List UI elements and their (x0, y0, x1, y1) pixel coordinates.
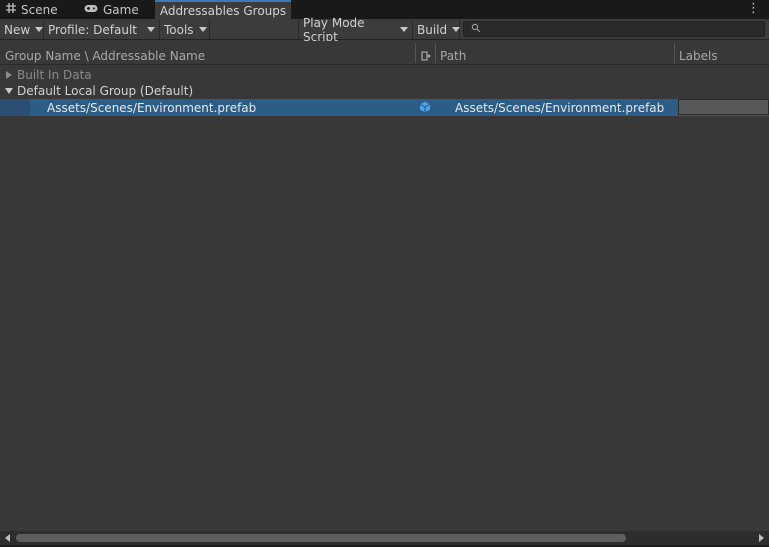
toolbar: New Profile: Default Tools Play Mode Scr… (0, 16, 769, 44)
tab-addressables-groups-label: Addressables Groups (159, 3, 287, 18)
column-divider[interactable] (435, 43, 436, 63)
asset-path: Assets/Scenes/Environment.prefab (455, 100, 665, 115)
addressable-name: Assets/Scenes/Environment.prefab (47, 100, 257, 115)
column-divider[interactable] (674, 43, 675, 63)
caret-down-icon (400, 27, 408, 32)
caret-down-icon (35, 27, 44, 32)
group-label: Default Local Group (Default) (17, 84, 194, 98)
column-header-labels[interactable]: Labels (679, 49, 718, 63)
gamepad-icon (84, 3, 98, 16)
labels-dropdown[interactable] (678, 99, 769, 115)
tools-label: Tools (164, 22, 194, 37)
new-button-label: New (4, 22, 31, 37)
search-icon (471, 23, 481, 36)
more-options-icon[interactable]: ⋮ (747, 2, 760, 16)
profile-dropdown[interactable]: Profile: Default (44, 20, 160, 39)
expand-arrow-icon[interactable] (6, 71, 12, 79)
selection-indent (0, 99, 30, 116)
tools-dropdown-button[interactable]: Tools (160, 20, 210, 39)
column-divider[interactable] (415, 43, 416, 63)
tree-row-default-local-group[interactable]: Default Local Group (Default) (0, 83, 769, 99)
prefab-cube-icon (419, 101, 431, 113)
scrollbar-thumb[interactable] (16, 534, 626, 542)
tree-row-entry-selected[interactable]: Assets/Scenes/Environment.prefab Assets/… (0, 99, 769, 116)
grid-icon (6, 3, 16, 16)
horizontal-scrollbar[interactable] (0, 531, 769, 545)
play-mode-script-label: Play Mode Script (303, 15, 365, 44)
asset-type-column-icon[interactable] (421, 50, 431, 64)
build-dropdown-button[interactable]: Build (413, 20, 461, 39)
caret-down-icon (452, 27, 461, 32)
play-mode-script-dropdown[interactable]: Play Mode Script (298, 16, 413, 44)
tab-addressables-groups[interactable]: Addressables Groups (155, 0, 291, 19)
new-dropdown-button[interactable]: New (0, 20, 44, 39)
tree-row-built-in-data[interactable]: Built In Data (0, 67, 769, 83)
tab-game[interactable]: Game (84, 0, 139, 19)
column-header-path[interactable]: Path (440, 49, 466, 63)
collapse-arrow-icon[interactable] (5, 88, 13, 94)
profile-label: Profile: Default (48, 22, 138, 37)
build-label: Build (417, 22, 448, 37)
group-label: Built In Data (17, 68, 92, 82)
scroll-left-icon[interactable] (5, 534, 10, 542)
tab-scene[interactable]: Scene (6, 0, 58, 19)
column-header-name[interactable]: Group Name \ Addressable Name (5, 49, 205, 63)
column-header-row: Group Name \ Addressable Name Path Label… (0, 41, 769, 65)
search-input[interactable] (463, 21, 765, 37)
caret-down-icon (198, 27, 207, 32)
tab-scene-label: Scene (21, 2, 58, 17)
tab-game-label: Game (103, 2, 139, 17)
scroll-right-icon[interactable] (759, 534, 764, 542)
caret-down-icon (147, 27, 155, 32)
